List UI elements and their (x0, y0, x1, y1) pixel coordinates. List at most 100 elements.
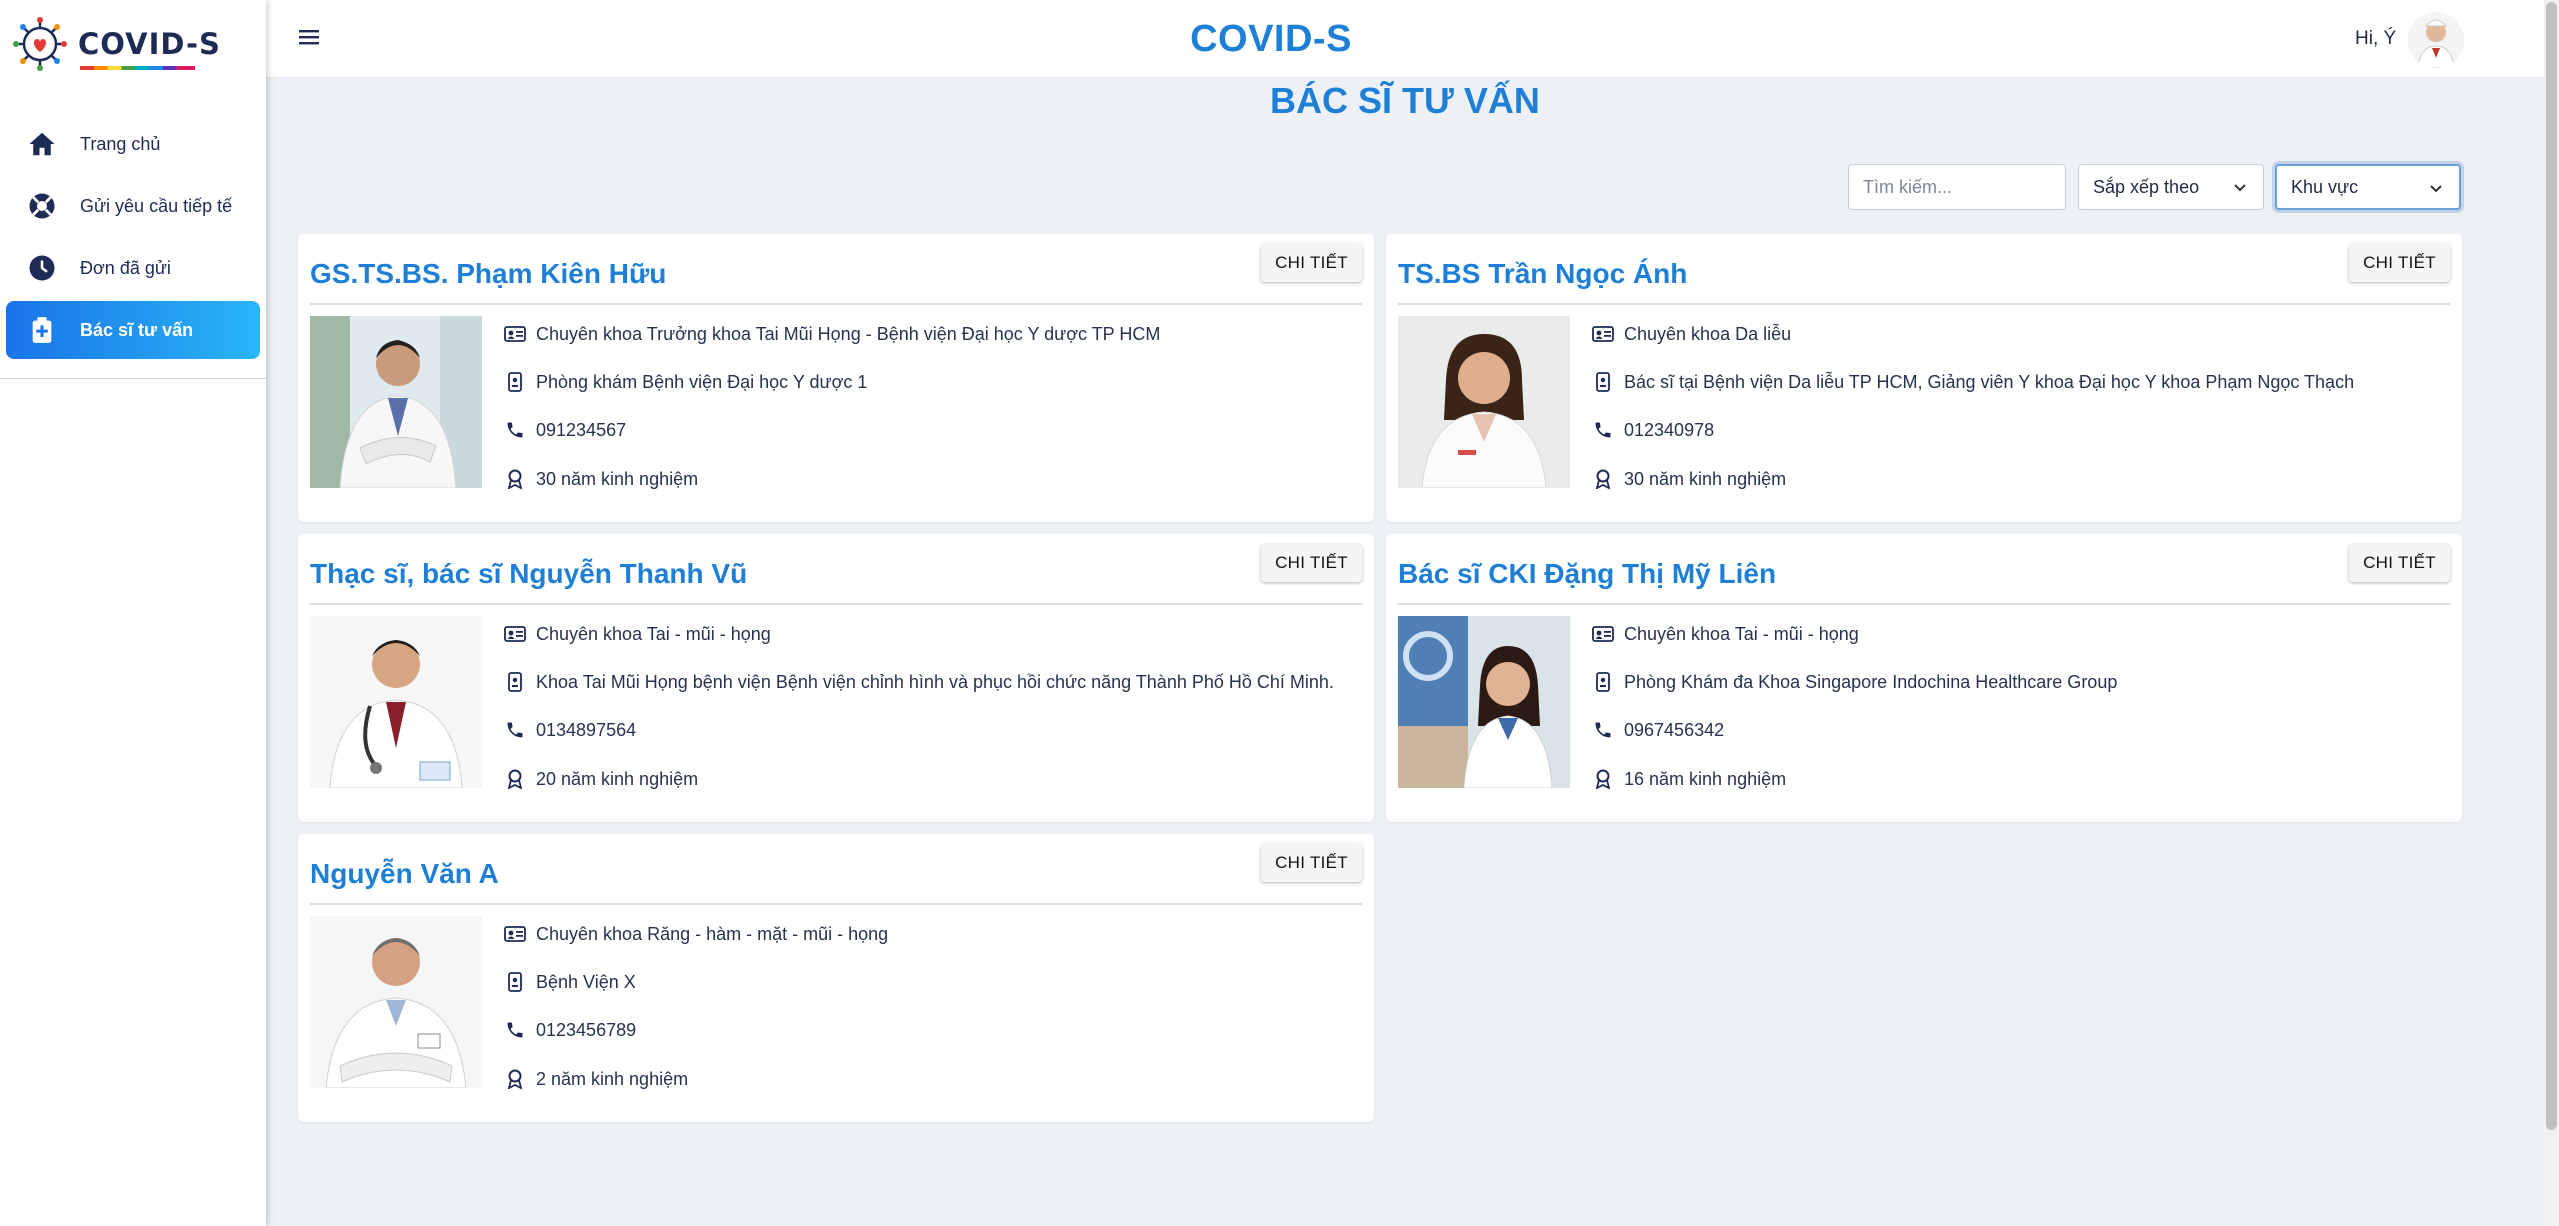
detail-button[interactable]: CHI TIẾT (2349, 544, 2450, 582)
doctor-phone: 091234567 (504, 416, 626, 444)
doctor-experience: 16 năm kinh nghiệm (1592, 765, 1786, 793)
experience-text: 30 năm kinh nghiệm (1624, 468, 1787, 489)
award-icon (1592, 468, 1614, 490)
doctor-workplace: Phòng Khám đa Khoa Singapore Indochina H… (1592, 668, 2117, 696)
doctor-photo (310, 616, 482, 788)
phone-text: 091234567 (536, 419, 627, 440)
id-card-icon (504, 623, 526, 645)
detail-button[interactable]: CHI TIẾT (1261, 244, 1362, 282)
detail-button[interactable]: CHI TIẾT (2349, 244, 2450, 282)
doctor-phone: 0967456342 (1592, 716, 1724, 744)
doctor-specialty: Chuyên khoa Tai - mũi - họng (504, 620, 771, 648)
phone-text: 0123456789 (536, 1019, 637, 1040)
chevron-down-icon (2234, 184, 2246, 192)
experience-text: 30 năm kinh nghiệm (536, 468, 699, 489)
specialty-text: Chuyên khoa Tai - mũi - họng (1624, 623, 1859, 644)
region-select-label: Khu vực (2291, 176, 2359, 197)
workplace-text: Khoa Tai Mũi Họng bệnh viện Bệnh viện ch… (536, 671, 1334, 692)
workplace-text: Bác sĩ tại Bệnh viện Da liễu TP HCM, Giả… (1624, 371, 2355, 392)
doctor-phone: 0123456789 (504, 1016, 636, 1044)
region-select[interactable]: Khu vực (2275, 164, 2461, 210)
sidebar-item-label: Trang chủ (80, 133, 161, 154)
phone-text: 0134897564 (536, 719, 637, 740)
top-header: COVID-S Hi, Ý (266, 0, 2544, 78)
phone-text: 012340978 (1624, 419, 1715, 440)
award-icon (504, 468, 526, 490)
id-card-icon (504, 323, 526, 345)
card-divider (310, 603, 1362, 605)
id-card-icon (504, 923, 526, 945)
sort-select-label: Sắp xếp theo (2093, 176, 2200, 197)
doctor-experience: 30 năm kinh nghiệm (1592, 465, 1786, 493)
sidebar-item-label: Bác sĩ tư vấn (80, 319, 194, 340)
doctor-workplace: Khoa Tai Mũi Họng bệnh viện Bệnh viện ch… (504, 668, 1334, 696)
doctor-specialty: Chuyên khoa Răng - hàm - mặt - mũi - họn… (504, 920, 888, 948)
award-icon (504, 768, 526, 790)
doctor-name[interactable]: Thạc sĩ, bác sĩ Nguyễn Thanh Vũ (310, 558, 747, 590)
doctor-name[interactable]: TS.BS Trần Ngọc Ánh (1398, 258, 1687, 290)
virus-logo-icon (13, 17, 67, 71)
doctor-name[interactable]: GS.TS.BS. Phạm Kiên Hữu (310, 258, 666, 290)
doctor-photo (1398, 316, 1570, 488)
card-divider (310, 303, 1362, 305)
experience-text: 16 năm kinh nghiệm (1624, 768, 1787, 789)
sidebar-divider (0, 378, 266, 379)
award-icon (504, 1068, 526, 1090)
card-divider (1398, 603, 2450, 605)
doctor-card: Bác sĩ CKI Đặng Thị Mỹ Liên CHI TIẾT Chu… (1386, 534, 2462, 822)
phone-icon (1592, 419, 1614, 441)
experience-text: 2 năm kinh nghiệm (536, 1068, 689, 1089)
sort-select[interactable]: Sắp xếp theo (2078, 164, 2264, 210)
badge-icon (504, 671, 526, 693)
logo-stripe (80, 66, 195, 70)
sidebar: COVID-S Trang chủ Gửi yêu cầu tiếp tế Đơ… (0, 0, 266, 1226)
medical-kit-icon (26, 314, 58, 346)
phone-icon (1592, 719, 1614, 741)
card-divider (310, 903, 1362, 905)
doctor-experience: 20 năm kinh nghiệm (504, 765, 698, 793)
clock-icon (26, 252, 58, 284)
award-icon (1592, 768, 1614, 790)
sidebar-item-supply-request[interactable]: Gửi yêu cầu tiếp tế (6, 177, 260, 235)
doctor-card: GS.TS.BS. Phạm Kiên Hữu CHI TIẾT Chuyên … (298, 234, 1374, 522)
card-divider (1398, 303, 2450, 305)
doctor-avatar-icon (2408, 12, 2464, 68)
user-avatar[interactable] (2408, 12, 2464, 68)
lifebuoy-icon (26, 190, 58, 222)
sidebar-item-sent-orders[interactable]: Đơn đã gửi (6, 239, 260, 297)
badge-icon (504, 371, 526, 393)
sidebar-item-home[interactable]: Trang chủ (6, 115, 260, 173)
page-scrollbar-thumb[interactable] (2546, 2, 2557, 1130)
page-heading: BÁC SĨ TƯ VẤN (1270, 80, 1540, 121)
workplace-text: Phòng Khám đa Khoa Singapore Indochina H… (1624, 671, 2118, 692)
detail-button[interactable]: CHI TIẾT (1261, 544, 1362, 582)
doctor-experience: 30 năm kinh nghiệm (504, 465, 698, 493)
doctor-photo (310, 916, 482, 1088)
doctor-specialty: Chuyên khoa Trưởng khoa Tai Mũi Họng - B… (504, 320, 1160, 348)
app-title: COVID-S (1190, 18, 1352, 60)
doctor-photo (1398, 616, 1570, 788)
doctor-photo (310, 316, 482, 488)
badge-icon (1592, 671, 1614, 693)
id-card-icon (1592, 623, 1614, 645)
sidebar-item-consulting-doctors[interactable]: Bác sĩ tư vấn (6, 301, 260, 359)
doctor-phone: 012340978 (1592, 416, 1714, 444)
doctor-experience: 2 năm kinh nghiệm (504, 1065, 688, 1093)
logo-text: COVID-S (78, 27, 221, 61)
app-logo[interactable]: COVID-S (12, 14, 252, 74)
badge-icon (1592, 371, 1614, 393)
doctor-name[interactable]: Bác sĩ CKI Đặng Thị Mỹ Liên (1398, 558, 1776, 590)
badge-icon (504, 971, 526, 993)
detail-button[interactable]: CHI TIẾT (1261, 844, 1362, 882)
user-greeting: Hi, Ý (2355, 28, 2397, 49)
experience-text: 20 năm kinh nghiệm (536, 768, 699, 789)
doctor-card: Nguyễn Văn A CHI TIẾT Chuyên khoa Răng -… (298, 834, 1374, 1122)
specialty-text: Chuyên khoa Trưởng khoa Tai Mũi Họng - B… (536, 323, 1161, 344)
sidebar-item-label: Gửi yêu cầu tiếp tế (80, 195, 233, 216)
sidebar-nav: Trang chủ Gửi yêu cầu tiếp tế Đơn đã gửi (0, 115, 266, 363)
sidebar-item-label: Đơn đã gửi (80, 257, 171, 278)
doctor-name[interactable]: Nguyễn Văn A (310, 858, 499, 890)
workplace-text: Phòng khám Bệnh viện Đại học Y dược 1 (536, 371, 868, 392)
search-input[interactable] (1848, 164, 2066, 210)
doctor-workplace: Bác sĩ tại Bệnh viện Da liễu TP HCM, Giả… (1592, 368, 2354, 396)
